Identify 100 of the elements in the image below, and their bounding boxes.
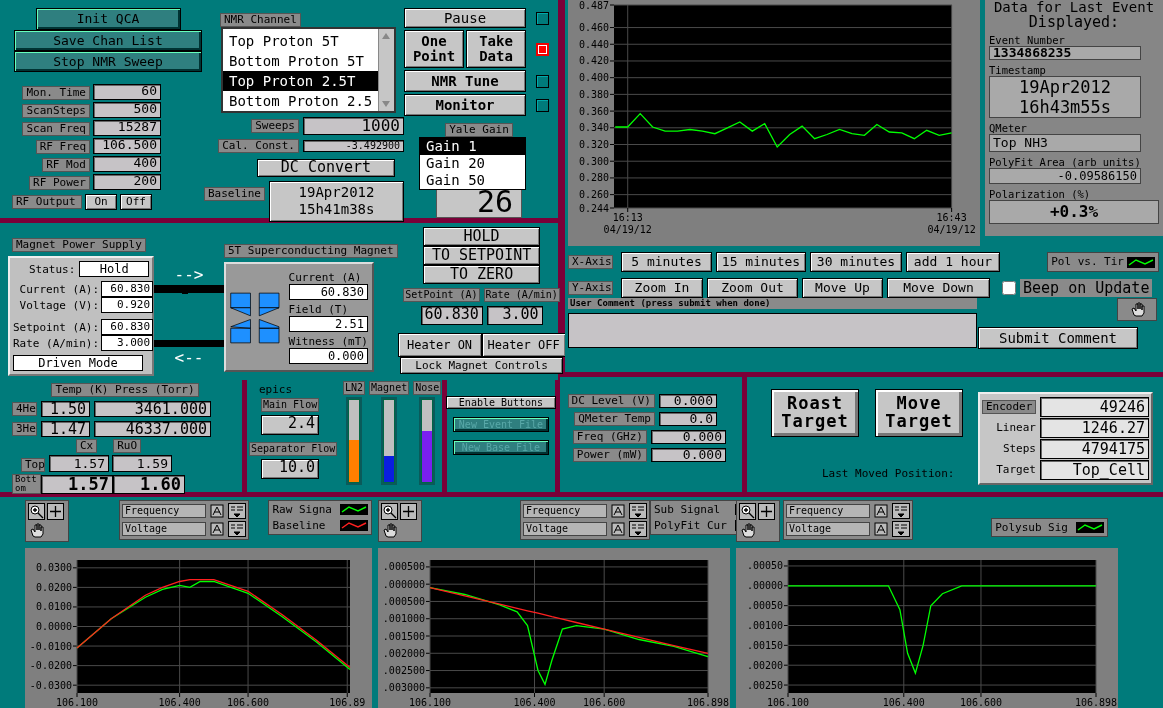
legend-label: Baseline	[272, 519, 326, 533]
numeric-field[interactable]: 1000	[303, 117, 404, 136]
field-label: Encoder	[982, 400, 1036, 414]
zoom-icon[interactable]	[739, 503, 756, 520]
field-label: Setpoint (A):	[13, 320, 100, 334]
tick-label: .00050	[746, 600, 783, 612]
tick-label: .002500	[382, 665, 425, 677]
legend-label: Sub Signal	[654, 503, 721, 517]
comment-field[interactable]	[568, 313, 977, 348]
scale-name: Frequency	[786, 504, 870, 518]
hand-icon[interactable]	[1128, 301, 1146, 318]
tick-label: .000500	[382, 561, 425, 573]
crosshair-icon[interactable]	[47, 503, 64, 520]
checkbox-label: Beep on Update	[1020, 279, 1153, 297]
toggle-button[interactable]: On	[85, 194, 117, 210]
field-label: SetPoint (A)	[403, 288, 480, 302]
numeric-field[interactable]: 400	[93, 156, 161, 172]
command-button[interactable]: Take Data	[466, 30, 526, 68]
field-label: 4He	[12, 402, 37, 417]
value-field: 1.60	[113, 475, 185, 495]
numeric-field[interactable]: 60	[93, 84, 161, 100]
command-button[interactable]: Init QCA	[35, 8, 181, 30]
scale-name: Voltage	[786, 522, 870, 536]
command-button[interactable]: One Point	[404, 30, 464, 68]
format-icon	[228, 503, 246, 519]
field-label: Temp (K) Press (Torr)	[51, 383, 199, 397]
list-item[interactable]: Gain 1	[420, 138, 525, 156]
field-label: Scan Freq	[22, 121, 90, 136]
command-button[interactable]: Heater ON	[397, 333, 482, 357]
command-button[interactable]: Pause	[404, 8, 526, 28]
list-item[interactable]: Top Proton 5T	[223, 31, 378, 52]
tick-label: 0.0200	[35, 581, 72, 593]
numeric-field[interactable]: 15287	[93, 120, 161, 136]
axis-button[interactable]: Zoom In	[621, 278, 703, 298]
tick-label: .00000	[746, 580, 783, 592]
numeric-field[interactable]: 3.00	[486, 306, 543, 325]
command-button[interactable]: Monitor	[404, 94, 526, 116]
value-field: 3.000	[101, 335, 154, 352]
range-button[interactable]: 15 minutes	[716, 252, 806, 272]
time-text: 16h43m55s	[1017, 97, 1113, 117]
tick-label: 0.340	[578, 122, 609, 134]
list-item[interactable]: Bottom Proton 2.5	[223, 91, 378, 112]
tick-label: 0.360	[578, 105, 609, 117]
field-label: Cx	[76, 439, 98, 454]
list-item[interactable]: Bottom Proton 5T	[223, 51, 378, 72]
tick-label: 106.400	[158, 697, 201, 708]
numeric-field[interactable]: -3.492900	[303, 140, 404, 153]
command-button[interactable]: Heater OFF	[481, 333, 566, 357]
scale-name: Voltage	[523, 522, 607, 536]
value-field: 0.000	[651, 448, 726, 462]
command-button[interactable]: TO ZERO	[423, 265, 541, 284]
zoom-icon[interactable]	[381, 503, 398, 520]
range-button[interactable]: 30 minutes	[810, 252, 902, 272]
value-field: 10.0	[261, 459, 319, 480]
target-button[interactable]: Move Target	[875, 389, 963, 437]
axis-button[interactable]: Move Down	[887, 278, 990, 298]
enable-button[interactable]: Enable Buttons	[446, 396, 556, 409]
hand-icon[interactable]	[381, 522, 398, 539]
axis-button[interactable]: Zoom Out	[707, 278, 798, 298]
command-button[interactable]: NMR Tune	[404, 70, 526, 92]
command-button[interactable]: Stop NMR Sweep	[14, 51, 202, 72]
date-label: 04/19/12	[927, 224, 976, 235]
numeric-field[interactable]: 60.830	[420, 306, 483, 325]
tick-label: 106.100	[408, 697, 452, 708]
value-field: 3461.000	[94, 401, 211, 418]
submit-button[interactable]: Submit Comment	[978, 327, 1138, 349]
field-label: Event Number	[989, 34, 1066, 46]
value-field: 4794175	[1040, 439, 1149, 459]
range-button[interactable]: 5 minutes	[621, 252, 712, 272]
beep-checkbox[interactable]	[1002, 281, 1016, 295]
tick-label: 16:13	[612, 212, 643, 223]
scrollbar[interactable]	[378, 29, 394, 112]
list-item[interactable]: Gain 20	[420, 155, 525, 173]
command-button[interactable]: TO SETPOINT	[423, 246, 541, 265]
command-button[interactable]: DC Convert	[257, 159, 395, 177]
axis-button[interactable]: Move Up	[802, 278, 883, 298]
format-icon	[629, 521, 647, 537]
numeric-field[interactable]: 106.500	[93, 138, 161, 154]
field-label: QMeter	[989, 122, 1028, 134]
target-button[interactable]: Roast Target	[771, 389, 859, 437]
tick-label: 106.100	[766, 697, 810, 708]
field-label: Mon. Time	[22, 85, 90, 100]
numeric-field[interactable]: 200	[93, 174, 161, 190]
format-icon	[892, 521, 910, 537]
crosshair-icon[interactable]	[758, 503, 775, 520]
list-item[interactable]: Top Proton 2.5T	[223, 71, 378, 92]
numeric-field[interactable]: 500	[93, 102, 161, 118]
command-button[interactable]: Save Chan List	[14, 30, 202, 51]
toggle-button[interactable]: Off	[120, 194, 152, 210]
value-field: 0.000	[659, 394, 717, 408]
hand-icon[interactable]	[739, 522, 756, 539]
field-label: Target	[995, 463, 1036, 477]
crosshair-icon[interactable]	[400, 503, 417, 520]
hand-icon[interactable]	[28, 522, 45, 539]
field-label: 5T Superconducting Magnet	[224, 244, 398, 258]
command-button[interactable]: Lock Magnet Controls	[400, 357, 564, 374]
command-button[interactable]: HOLD	[423, 227, 541, 246]
tick-label: 16:43	[936, 212, 967, 223]
zoom-icon[interactable]	[28, 503, 45, 520]
range-button[interactable]: add 1 hour	[906, 252, 1000, 272]
